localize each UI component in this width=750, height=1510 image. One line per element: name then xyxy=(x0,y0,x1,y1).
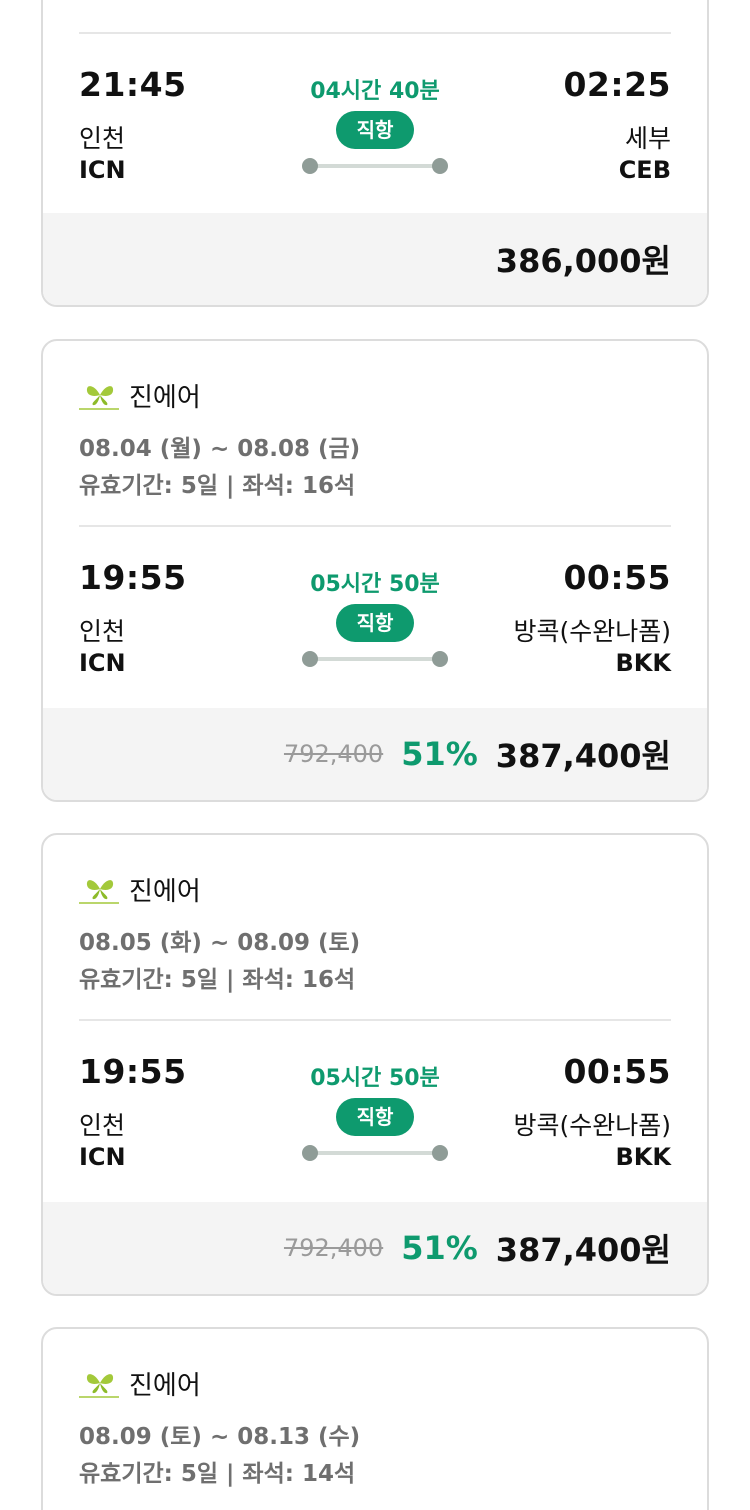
flight-route: 21:45 인천 ICN 04시간 40분 직항 02:25 세부 CEB xyxy=(79,65,671,205)
card-divider xyxy=(79,32,671,34)
departure-time: 19:55 xyxy=(79,558,187,597)
departure-city: 인천 xyxy=(79,617,126,646)
direct-flight-badge: 직항 xyxy=(336,1098,414,1136)
flight-duration: 04시간 40분 xyxy=(310,79,440,104)
validity-seats: 유효기간: 5일 | 좌석: 16석 xyxy=(79,967,356,993)
airline-name: 진에어 xyxy=(129,383,201,413)
travel-dates: 08.09 (토) ~ 08.13 (수) xyxy=(79,1424,361,1450)
route-line-icon xyxy=(302,158,448,174)
flight-card[interactable]: 21:45 인천 ICN 04시간 40분 직항 02:25 세부 CEB 38… xyxy=(41,0,709,307)
travel-dates: 08.04 (월) ~ 08.08 (금) xyxy=(79,436,361,462)
price-bar: 792,400 51% 387,400원 xyxy=(43,1202,707,1294)
discount-rate: 51% xyxy=(401,1229,478,1267)
arrival-city: 세부 xyxy=(624,124,671,153)
validity-seats: 유효기간: 5일 | 좌석: 14석 xyxy=(79,1461,356,1487)
original-price: 792,400 xyxy=(283,1234,384,1262)
arrival-city: 방콕(수완나폼) xyxy=(513,1111,671,1140)
departure-city: 인천 xyxy=(79,1111,126,1140)
departure-time: 21:45 xyxy=(79,65,187,104)
arrival-code: BKK xyxy=(615,649,672,677)
departure-code: ICN xyxy=(79,649,126,677)
route-line-icon xyxy=(302,1145,448,1161)
final-price: 387,400원 xyxy=(495,737,671,775)
flight-route: 19:55 인천 ICN 05시간 50분 직항 00:55 방콕(수완나폼) … xyxy=(79,1052,671,1192)
direct-flight-badge: 직항 xyxy=(336,604,414,642)
discount-rate: 51% xyxy=(401,735,478,773)
departure-code: ICN xyxy=(79,1143,126,1171)
jinair-logo-icon xyxy=(79,879,119,904)
departure-city: 인천 xyxy=(79,124,126,153)
airline-info: 진에어 xyxy=(79,1365,201,1402)
arrival-city: 방콕(수완나폼) xyxy=(513,617,671,646)
flight-duration: 05시간 50분 xyxy=(310,572,440,597)
jinair-logo-icon xyxy=(79,1373,119,1398)
card-divider xyxy=(79,1019,671,1021)
flight-card[interactable]: 진에어 08.09 (토) ~ 08.13 (수) 유효기간: 5일 | 좌석:… xyxy=(41,1327,709,1510)
airline-info: 진에어 xyxy=(79,871,201,908)
arrival-code: CEB xyxy=(618,156,671,184)
travel-dates: 08.05 (화) ~ 08.09 (토) xyxy=(79,930,361,956)
flight-card[interactable]: 진에어 08.04 (월) ~ 08.08 (금) 유효기간: 5일 | 좌석:… xyxy=(41,339,709,802)
original-price: 792,400 xyxy=(283,740,384,768)
final-price: 387,400원 xyxy=(495,1231,671,1269)
flight-card[interactable]: 진에어 08.05 (화) ~ 08.09 (토) 유효기간: 5일 | 좌석:… xyxy=(41,833,709,1296)
arrival-time: 00:55 xyxy=(563,1052,671,1091)
flight-route: 19:55 인천 ICN 05시간 50분 직항 00:55 방콕(수완나폼) … xyxy=(79,558,671,698)
departure-code: ICN xyxy=(79,156,126,184)
arrival-time: 02:25 xyxy=(563,65,671,104)
validity-seats: 유효기간: 5일 | 좌석: 16석 xyxy=(79,473,356,499)
arrival-code: BKK xyxy=(615,1143,672,1171)
flight-duration: 05시간 50분 xyxy=(310,1066,440,1091)
card-divider xyxy=(79,525,671,527)
direct-flight-badge: 직항 xyxy=(336,111,414,149)
arrival-time: 00:55 xyxy=(563,558,671,597)
jinair-logo-icon xyxy=(79,385,119,410)
price-bar: 792,400 51% 387,400원 xyxy=(43,708,707,800)
final-price: 386,000원 xyxy=(495,242,671,280)
airline-name: 진에어 xyxy=(129,877,201,907)
airline-info: 진에어 xyxy=(79,377,201,414)
departure-time: 19:55 xyxy=(79,1052,187,1091)
price-bar: 386,000원 xyxy=(43,213,707,305)
airline-name: 진에어 xyxy=(129,1371,201,1401)
route-line-icon xyxy=(302,651,448,667)
